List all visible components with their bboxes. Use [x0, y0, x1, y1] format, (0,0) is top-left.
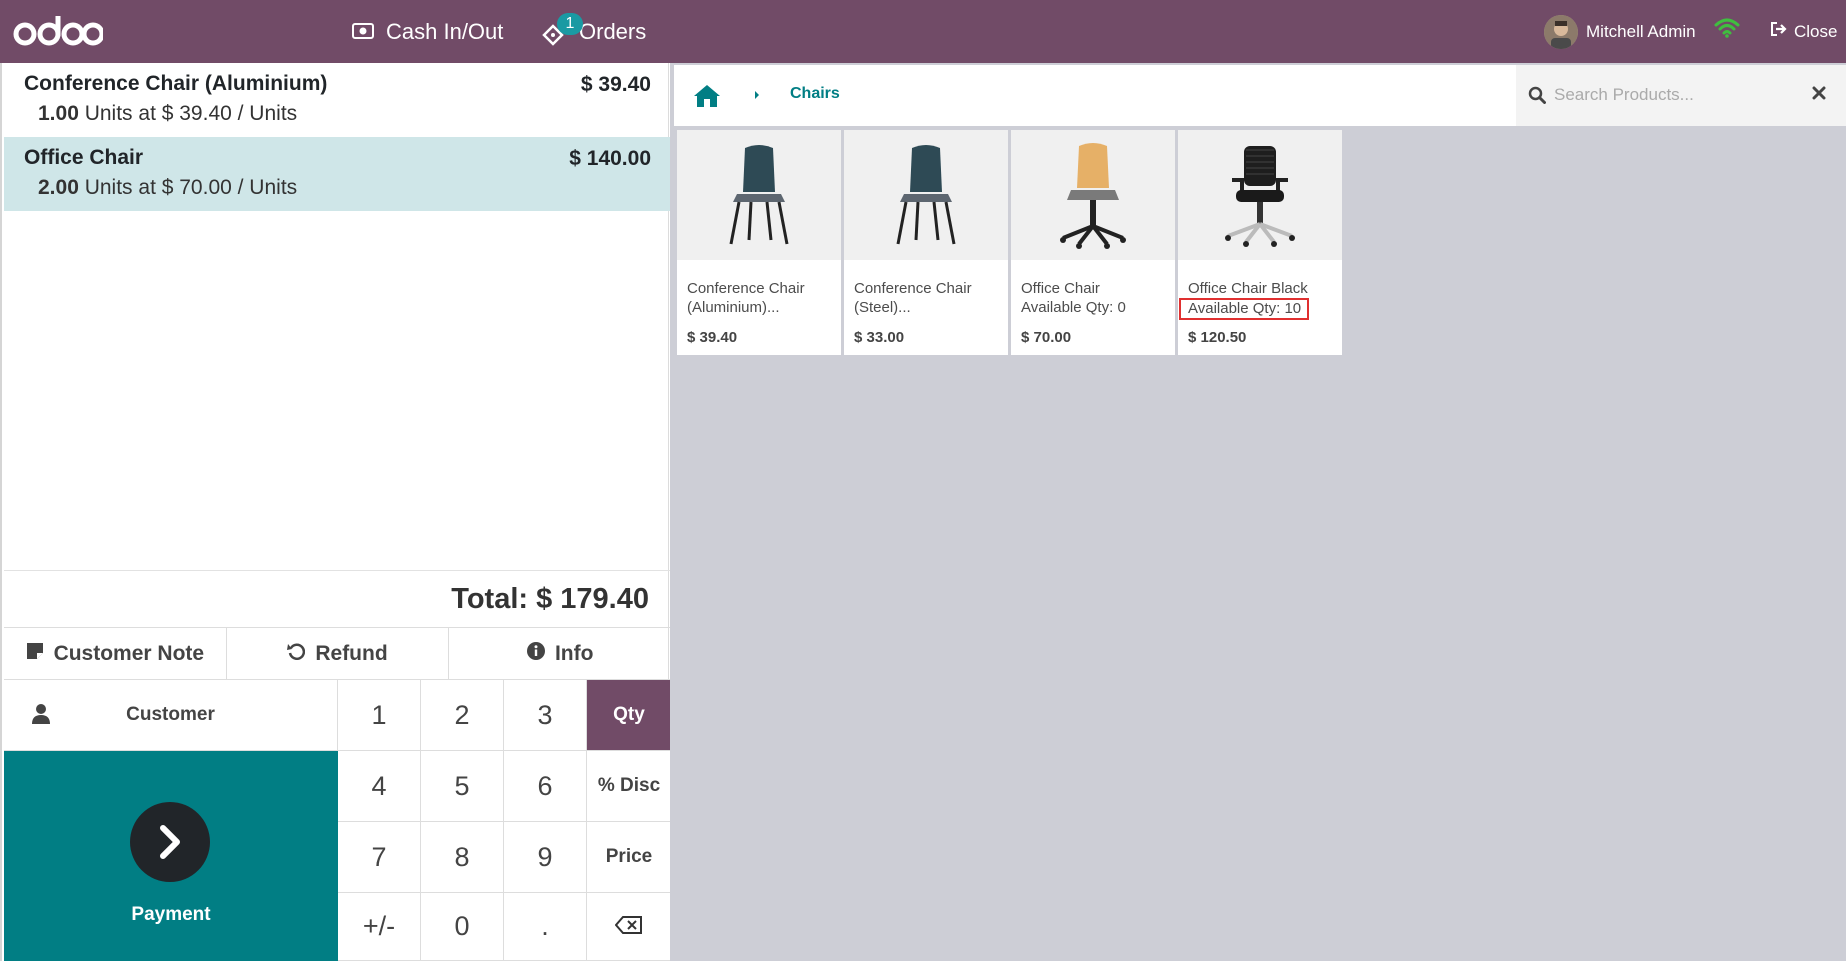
order-panel: Conference Chair (Aluminium) $ 39.40 1.0…: [0, 63, 671, 961]
numpad-key-7[interactable]: 7: [338, 822, 421, 893]
numpad-key-6[interactable]: 6: [504, 751, 587, 822]
user-menu[interactable]: Mitchell Admin: [1544, 0, 1696, 63]
order-line-price: $ 39.40: [580, 73, 651, 96]
product-card[interactable]: Office Chair Available Qty: 0 $ 70.00: [1011, 130, 1175, 355]
undo-icon: [287, 642, 306, 666]
order-line-detail: Units at $ 39.40 / Units: [78, 102, 298, 125]
search-icon: [1528, 86, 1546, 109]
order-line-name: Conference Chair (Aluminium): [24, 72, 328, 95]
backspace-button[interactable]: [587, 893, 671, 961]
search-box: [1516, 65, 1846, 126]
cash-in-out-label: Cash In/Out: [386, 18, 504, 44]
home-icon[interactable]: [692, 83, 722, 114]
refund-label: Refund: [315, 641, 388, 665]
close-button[interactable]: Close: [1770, 0, 1837, 63]
numpad-key-1[interactable]: 1: [338, 680, 421, 751]
product-card[interactable]: Office Chair Black Available Qty: 10 $ 12…: [1178, 130, 1342, 355]
numpad-key-8[interactable]: 8: [421, 822, 504, 893]
order-line-info: 2.00 Units at $ 70.00 / Units: [24, 176, 651, 200]
product-card[interactable]: Conference Chair (Aluminium)... $ 39.40: [677, 130, 841, 355]
customer-label: Customer: [126, 704, 215, 725]
info-button[interactable]: Info: [449, 628, 671, 679]
info-label: Info: [554, 641, 594, 665]
note-icon: [26, 642, 44, 666]
available-qty-highlight: Available Qty: 10: [1179, 298, 1310, 320]
search-input[interactable]: [1554, 81, 1794, 109]
qty-mode-button[interactable]: Qty: [587, 680, 671, 751]
order-line-qty: 2.00: [38, 176, 79, 199]
orders-label: Orders: [579, 18, 647, 44]
product-image-swivel-chair: [1011, 130, 1175, 260]
odoo-logo[interactable]: [13, 12, 105, 53]
caret-right-icon: [753, 88, 761, 106]
numpad-key-decimal[interactable]: .: [504, 893, 587, 961]
order-line-detail: Units at $ 70.00 / Units: [78, 176, 298, 199]
numpad-key-9[interactable]: 9: [504, 822, 587, 893]
refund-button[interactable]: Refund: [227, 628, 450, 679]
user-name: Mitchell Admin: [1586, 21, 1696, 41]
numpad-key-5[interactable]: 5: [421, 751, 504, 822]
cash-in-out-button[interactable]: Cash In/Out: [352, 0, 503, 63]
info-icon: [526, 641, 545, 666]
product-name: Office Chair Black Available Qty: 10: [1179, 279, 1336, 320]
product-card[interactable]: Conference Chair (Steel)... $ 33.00: [844, 130, 1008, 355]
product-price: $ 33.00: [854, 329, 905, 346]
product-image-chair: [677, 130, 841, 260]
product-name: Office Chair Available Qty: 0: [1021, 280, 1126, 316]
top-bar: Cash In/Out 1 Orders Mitchell Admin Clos…: [0, 0, 1846, 63]
chevron-right-icon: [130, 802, 210, 882]
numpad-key-0[interactable]: 0: [421, 893, 504, 961]
customer-button[interactable]: Customer: [4, 680, 338, 751]
control-buttons: Customer Note Refund Info: [4, 627, 671, 680]
order-line-price: $ 140.00: [569, 147, 651, 170]
numpad-key-plus-minus[interactable]: +/-: [338, 893, 421, 961]
order-line-name: Office Chair: [24, 146, 144, 169]
product-image-chair: [844, 130, 1008, 260]
numpad-key-3[interactable]: 3: [504, 680, 587, 751]
sign-out-icon: [1770, 21, 1788, 42]
customer-note-label: Customer Note: [53, 641, 205, 665]
orders-button[interactable]: 1 Orders: [541, 0, 646, 63]
discount-mode-button[interactable]: % Disc: [587, 751, 671, 822]
customer-note-button[interactable]: Customer Note: [4, 628, 227, 679]
order-total: Total: $ 179.40: [4, 570, 671, 627]
ticket-icon: 1: [541, 12, 583, 47]
product-price: $ 39.40: [687, 329, 738, 346]
order-line-qty: 1.00: [38, 102, 79, 125]
order-line-selected[interactable]: Office Chair $ 140.00 2.00 Units at $ 70…: [4, 137, 671, 211]
wifi-icon[interactable]: [1714, 17, 1740, 44]
payment-button[interactable]: Payment: [4, 751, 338, 961]
products-panel: Chairs Conference Chair(Aluminium)... $ …: [670, 63, 1846, 961]
product-name: Conference Chair (Aluminium)...: [687, 280, 805, 316]
product-name: Conference Chair (Steel)...: [854, 280, 972, 316]
numpad-area: Customer Payment 1 2 3 Qty 4 5 6 % Disc …: [4, 680, 671, 961]
order-line[interactable]: Conference Chair (Aluminium) $ 39.40 1.0…: [4, 63, 671, 137]
close-icon[interactable]: [1812, 86, 1826, 105]
numpad-key-4[interactable]: 4: [338, 751, 421, 822]
payment-label: Payment: [131, 904, 211, 925]
user-icon: [32, 704, 50, 730]
product-price: $ 120.50: [1188, 329, 1247, 346]
price-mode-button[interactable]: Price: [587, 822, 671, 893]
avatar: [1544, 14, 1578, 49]
order-line-info: 1.00 Units at $ 39.40 / Units: [24, 102, 651, 126]
breadcrumb-category-chairs[interactable]: Chairs: [790, 85, 840, 103]
backspace-icon: [614, 911, 643, 942]
product-price: $ 70.00: [1021, 329, 1072, 346]
orders-count-badge: 1: [557, 12, 583, 35]
money-icon: [352, 19, 374, 45]
close-label: Close: [1794, 21, 1838, 41]
product-image-office-chair: [1178, 130, 1342, 260]
numpad-key-2[interactable]: 2: [421, 680, 504, 751]
